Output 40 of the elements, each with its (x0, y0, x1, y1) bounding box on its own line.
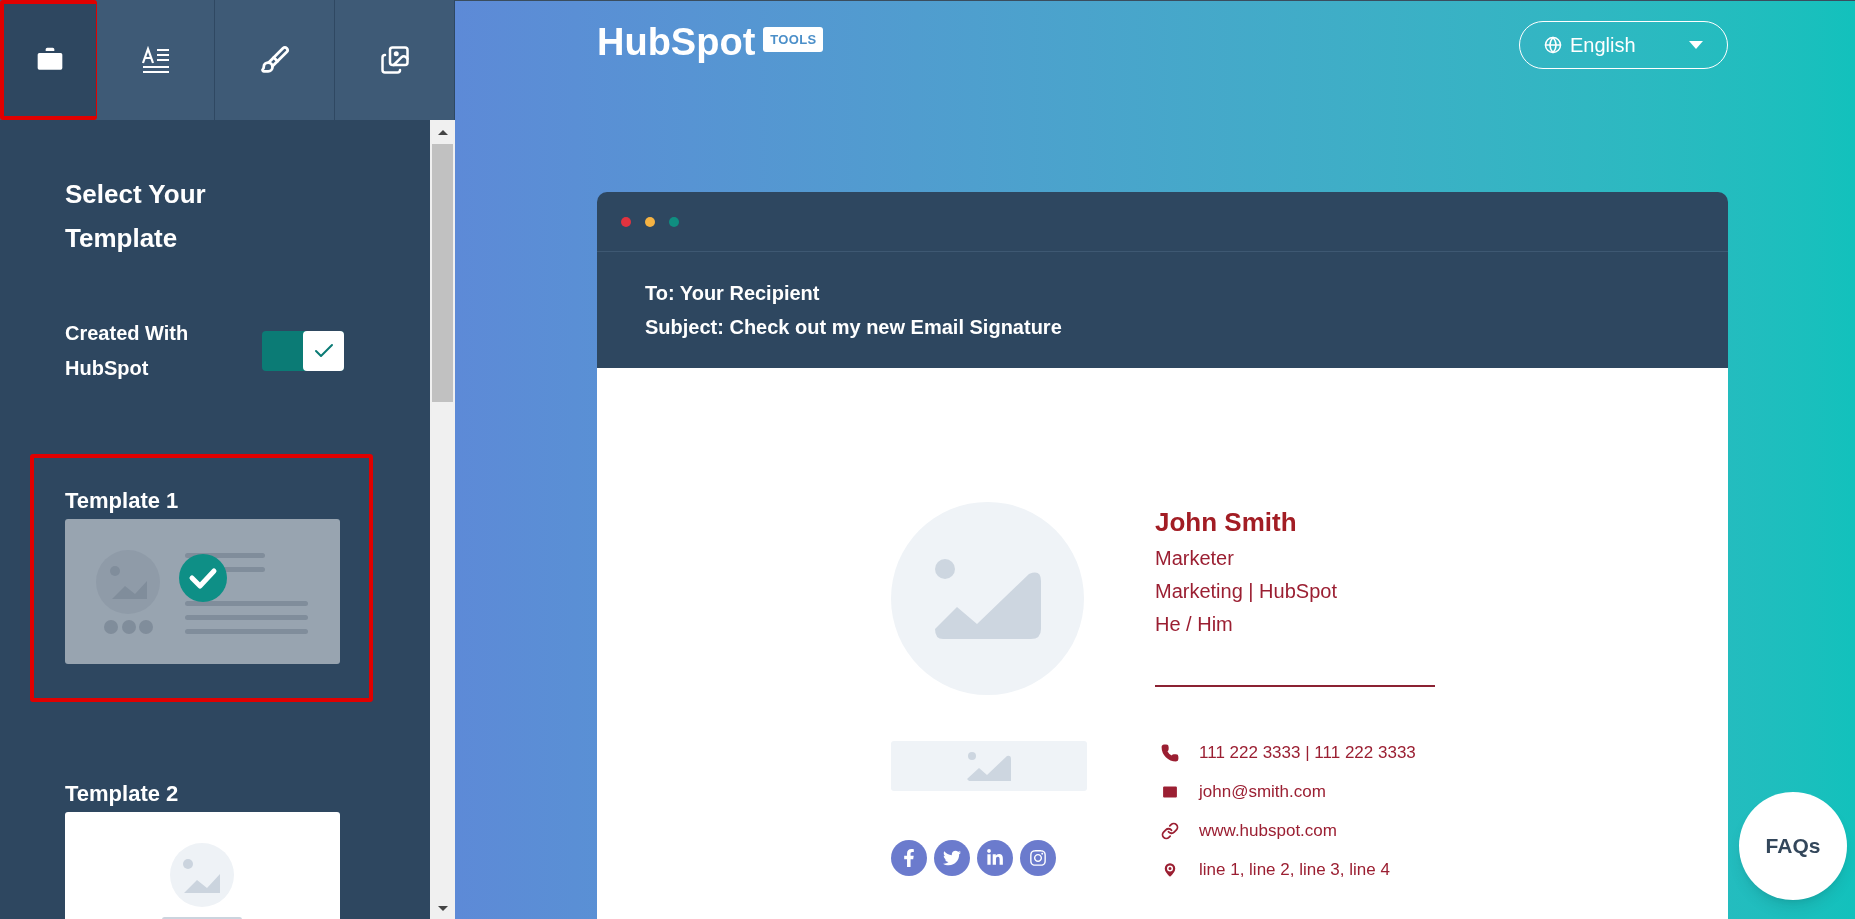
signature-line: Marketer (1155, 546, 1235, 571)
facebook-icon[interactable] (891, 840, 927, 876)
signature-name: John Smith (1155, 506, 1298, 539)
contact-text: www.hubspot.com (1199, 819, 1337, 842)
scroll-up-icon (436, 128, 449, 136)
contact-text: 111 222 3333 | 111 222 3333 (1199, 741, 1416, 764)
scrollbar-thumb[interactable] (432, 144, 453, 402)
text-format-icon (140, 46, 171, 74)
phone-icon (1161, 743, 1179, 762)
brush-icon (259, 45, 290, 75)
faq-button[interactable]: FAQs (1739, 792, 1847, 900)
toggle-switch[interactable] (262, 331, 344, 371)
selected-check-icon (179, 554, 227, 602)
linkedin-icon[interactable] (977, 840, 1013, 876)
email-subject: Subject: Check out my new Email Signature (645, 315, 1063, 340)
twitter-icon[interactable] (934, 840, 970, 876)
toggle-label: Created With HubSpot (65, 321, 190, 381)
logo[interactable]: HubSpot (597, 21, 756, 63)
caret-icon (1689, 41, 1703, 49)
image-placeholder-icon (934, 558, 1041, 639)
signature-line: He / Him (1155, 612, 1234, 637)
globe-icon (1544, 36, 1562, 54)
template-thumbnail[interactable] (65, 812, 340, 919)
logo-badge: TOOLS (763, 27, 824, 52)
scrollbar[interactable] (430, 120, 455, 919)
map-pin-icon (1161, 860, 1179, 879)
template-title: Template 2 (65, 780, 180, 808)
image-placeholder-icon (967, 751, 1011, 781)
instagram-icon[interactable] (1020, 840, 1056, 876)
sidebar-tab[interactable] (0, 0, 97, 120)
contact-text: line 1, line 2, line 3, line 4 (1199, 858, 1390, 881)
sidebar-title: Select Your Template (65, 178, 207, 255)
images-icon (379, 45, 410, 75)
template-thumbnail[interactable] (65, 519, 340, 664)
signature-line: Marketing | HubSpot (1155, 579, 1338, 604)
scroll-down-icon (436, 905, 449, 913)
contact-text: john@smith.com (1199, 780, 1326, 803)
email-to: To: Your Recipient (645, 281, 821, 306)
template-title: Template 1 (65, 487, 180, 515)
link-icon (1161, 821, 1179, 840)
